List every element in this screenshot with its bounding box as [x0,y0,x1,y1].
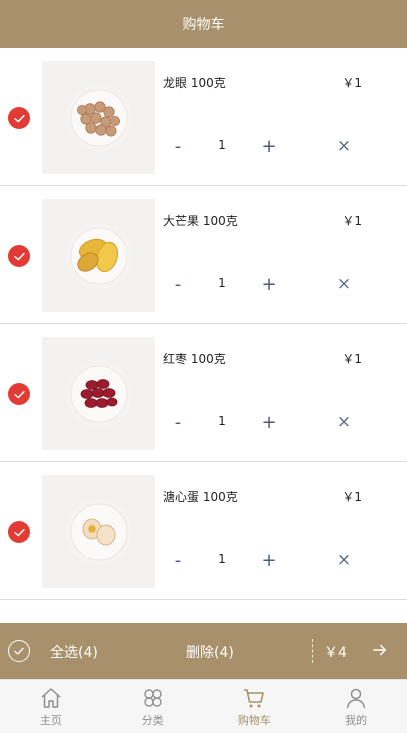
tab-home[interactable]: 主页 [0,680,102,733]
home-icon [41,687,61,708]
mango-plate-icon [65,222,132,289]
profile-icon [346,688,366,708]
tab-home-label: 主页 [39,713,62,727]
select-all-check-icon[interactable] [8,640,30,662]
tab-profile-label: 我的 [345,713,368,727]
product-image[interactable] [42,475,155,588]
delete-selected-button[interactable]: 删除(4) [186,642,234,662]
item-check-icon[interactable] [8,521,30,543]
tab-cart-label: 购物车 [237,713,271,727]
tab-profile[interactable]: 我的 [305,680,407,733]
select-all-button[interactable]: 全选(4) [50,642,98,662]
increase-button[interactable]: + [257,548,281,572]
red-dates-plate-icon [65,360,132,427]
bottom-tab-bar: 主页 分类 购物车 我的 [0,679,407,733]
increase-button[interactable]: + [257,410,281,434]
product-image[interactable] [42,61,155,174]
increase-button[interactable]: + [257,272,281,296]
quantity-value: 1 [218,414,226,428]
arrow-right-icon[interactable] [369,638,391,662]
page-title: 购物车 [182,17,225,33]
item-check-icon[interactable] [8,245,30,267]
item-name: 红枣 100克 [163,352,226,366]
tab-cart[interactable]: 购物车 [204,680,306,733]
item-check-icon[interactable] [8,383,30,405]
cart-list: 龙眼 100克 ￥1 - 1 + × 大芒果 100克 ￥1 - 1 + × 红… [0,48,407,600]
cart-item: 大芒果 100克 ￥1 - 1 + × [0,186,407,324]
soft-boiled-egg-plate-icon [65,498,132,565]
item-name: 溏心蛋 100克 [163,490,238,504]
tab-category-label: 分类 [141,713,164,727]
item-name: 大芒果 100克 [163,214,238,228]
increase-button[interactable]: + [257,134,281,158]
decrease-button[interactable]: - [166,548,190,572]
category-icon [143,688,162,707]
total-price: ￥4 [324,645,347,661]
item-name: 龙眼 100克 [163,76,226,90]
remove-item-button[interactable]: × [332,134,356,158]
decrease-button[interactable]: - [166,272,190,296]
cart-icon [244,688,265,707]
product-image[interactable] [42,337,155,450]
product-image[interactable] [42,199,155,312]
item-check-icon[interactable] [8,107,30,129]
decrease-button[interactable]: - [166,134,190,158]
item-price: ￥1 [342,76,362,90]
item-price: ￥1 [342,352,362,366]
cart-summary-bar: 全选(4) 删除(4) ￥4 [0,623,407,679]
item-price: ￥1 [342,214,362,228]
decrease-button[interactable]: - [166,410,190,434]
tab-category[interactable]: 分类 [102,680,204,733]
page-header: 购物车 [0,0,407,48]
cart-item: 红枣 100克 ￥1 - 1 + × [0,324,407,462]
remove-item-button[interactable]: × [332,272,356,296]
summary-divider [312,639,313,663]
remove-item-button[interactable]: × [332,410,356,434]
item-price: ￥1 [342,490,362,504]
cart-item: 溏心蛋 100克 ￥1 - 1 + × [0,462,407,600]
longan-plate-icon [65,84,132,151]
cart-item: 龙眼 100克 ￥1 - 1 + × [0,48,407,186]
quantity-value: 1 [218,276,226,290]
quantity-value: 1 [218,552,226,566]
remove-item-button[interactable]: × [332,548,356,572]
quantity-value: 1 [218,138,226,152]
